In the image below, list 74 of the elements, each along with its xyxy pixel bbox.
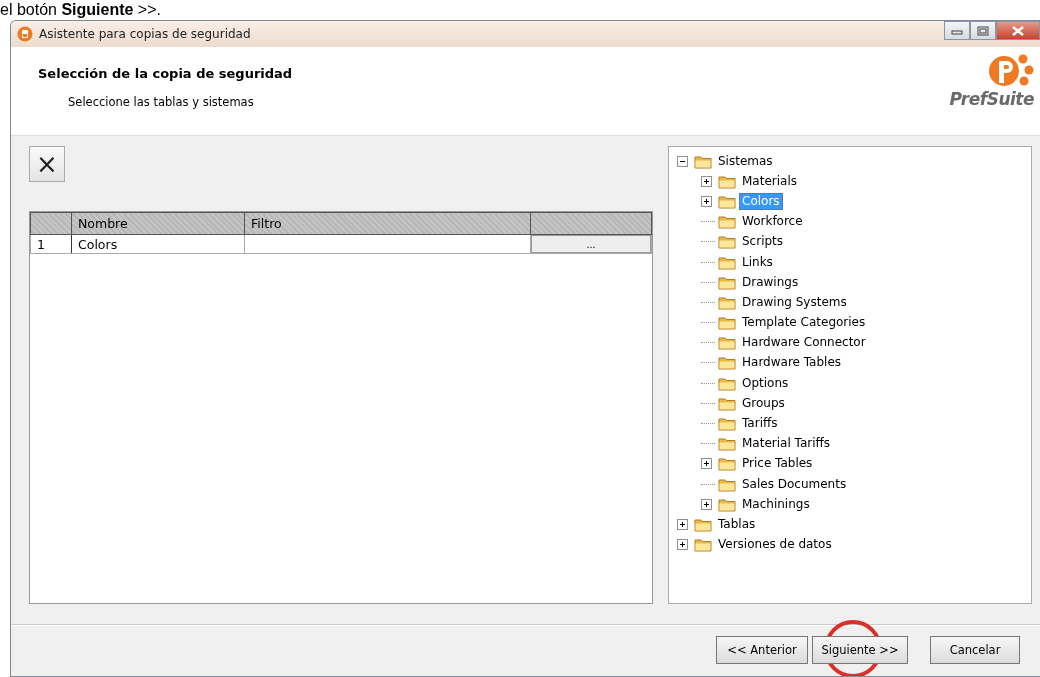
folder-icon <box>694 537 712 553</box>
folder-icon <box>718 274 736 290</box>
folder-icon <box>718 496 736 512</box>
plus-icon <box>678 519 687 529</box>
folder-icon <box>718 193 736 209</box>
expand-toggle[interactable] <box>701 498 712 510</box>
row-number: 1 <box>30 234 72 254</box>
folder-icon <box>718 173 736 189</box>
document-text: el botón Siguiente >>. <box>0 0 161 20</box>
folder-icon <box>718 335 736 351</box>
column-header[interactable]: Filtro <box>244 212 531 235</box>
tree-item[interactable]: Machinings <box>739 495 813 513</box>
folder-icon <box>718 436 736 452</box>
table-cell: Colors <box>71 234 245 254</box>
plus-icon <box>678 540 687 550</box>
maximize-icon <box>977 25 989 36</box>
cancel-button[interactable]: Cancelar <box>930 636 1020 664</box>
column-header[interactable]: Nombre <box>71 212 245 235</box>
folder-icon <box>718 476 736 492</box>
tree-item[interactable]: Hardware Tables <box>739 354 845 372</box>
expand-toggle[interactable] <box>701 175 712 187</box>
minimize-button[interactable] <box>944 21 970 40</box>
tree-item[interactable]: Material Tariffs <box>739 435 834 453</box>
tree-item[interactable]: Tablas <box>715 515 759 533</box>
folder-icon <box>718 315 736 331</box>
close-button[interactable] <box>996 21 1040 40</box>
logo-text: PrefSuite <box>949 89 1034 109</box>
folder-icon <box>718 355 736 371</box>
row-header-corner <box>30 212 72 235</box>
tree-item[interactable]: Sales Documents <box>739 475 850 493</box>
folder-icon <box>718 395 736 411</box>
collapse-toggle[interactable] <box>677 155 688 167</box>
folder-icon <box>718 416 736 432</box>
tree-item[interactable]: Drawings <box>739 273 802 291</box>
tree-item[interactable]: Drawing Systems <box>739 293 850 311</box>
tree-item[interactable]: Tariffs <box>739 415 781 433</box>
tree-item[interactable]: Versiones de datos <box>715 536 835 554</box>
tree-item[interactable]: Groups <box>739 394 788 412</box>
expand-toggle[interactable] <box>677 539 688 551</box>
tree-item[interactable]: Options <box>739 374 792 392</box>
folder-icon <box>718 456 736 472</box>
expand-toggle[interactable] <box>701 458 712 470</box>
plus-icon <box>702 176 711 186</box>
ellipsis-button[interactable]: ... <box>531 235 651 253</box>
folder-icon <box>718 294 736 310</box>
folder-icon <box>718 214 736 230</box>
expand-toggle[interactable] <box>677 518 688 530</box>
folder-icon <box>718 254 736 270</box>
tree-item[interactable]: Scripts <box>739 233 787 251</box>
folder-icon <box>718 234 736 250</box>
tree-item[interactable]: Price Tables <box>739 455 816 473</box>
expand-toggle[interactable] <box>701 195 712 207</box>
folder-icon <box>694 516 712 532</box>
tree-item[interactable]: Links <box>739 253 776 271</box>
page-title: Selección de la copia de seguridad <box>38 66 293 81</box>
tree-item[interactable]: Sistemas <box>715 152 776 170</box>
folder-icon <box>694 153 712 169</box>
plus-icon <box>702 459 711 469</box>
tree-item[interactable]: Materials <box>739 172 800 190</box>
next-button[interactable]: Siguiente >> <box>812 636 908 664</box>
page-subtitle: Seleccione las tablas y sistemas <box>67 95 255 109</box>
tree-item[interactable]: Template Categories <box>739 314 869 332</box>
plus-icon <box>702 499 711 509</box>
app-icon <box>17 26 33 42</box>
folder-icon <box>718 375 736 391</box>
tree-item[interactable]: Hardware Connector <box>739 334 869 352</box>
back-button[interactable]: << Anterior <box>716 636 808 664</box>
close-icon <box>1011 25 1025 36</box>
delete-button[interactable]: × <box>29 146 65 182</box>
tree-item[interactable]: Workforce <box>739 213 806 231</box>
logo-icon <box>988 53 1034 89</box>
plus-icon <box>702 196 711 206</box>
window-title: Asistente para copias de seguridad <box>39 27 252 41</box>
maximize-button[interactable] <box>970 21 996 40</box>
